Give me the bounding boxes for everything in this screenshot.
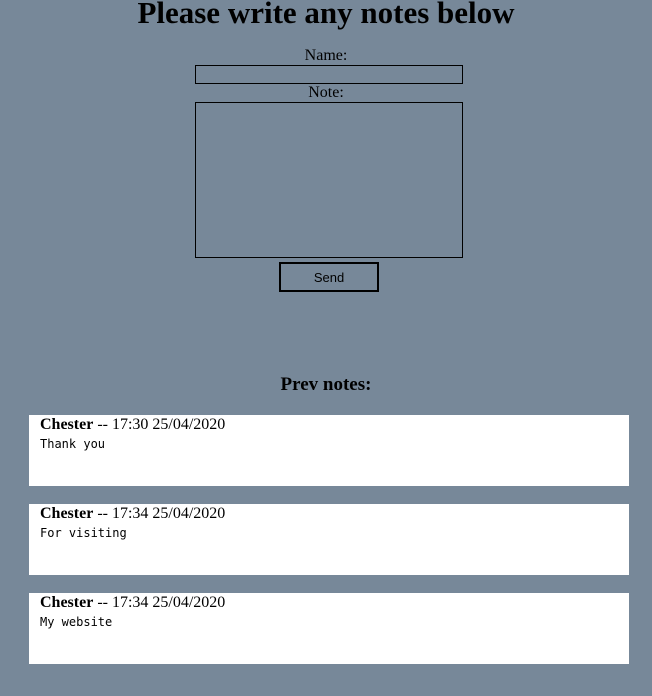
prev-notes-heading: Prev notes: xyxy=(280,374,372,395)
page-title: Please write any notes below xyxy=(137,0,515,30)
send-button[interactable]: Send xyxy=(279,262,379,292)
note-separator: -- xyxy=(93,505,112,522)
note-header: Chester -- 17:30 25/04/2020 xyxy=(40,416,629,434)
note-timestamp: 17:30 25/04/2020 xyxy=(111,416,226,433)
note-separator: -- xyxy=(93,594,112,611)
note-card: Chester -- 17:30 25/04/2020 Thank you xyxy=(29,415,629,486)
note-card: Chester -- 17:34 25/04/2020 My website xyxy=(29,593,629,664)
note-text: For visiting xyxy=(40,526,127,540)
name-input[interactable] xyxy=(195,65,463,84)
note-separator: -- xyxy=(93,416,112,433)
note-author: Chester xyxy=(40,416,94,433)
note-timestamp: 17:34 25/04/2020 xyxy=(111,594,226,611)
note-header: Chester -- 17:34 25/04/2020 xyxy=(40,505,629,523)
name-label: Name: xyxy=(304,47,348,64)
note-text: Thank you xyxy=(40,437,106,451)
note-text: My website xyxy=(40,615,113,629)
note-header: Chester -- 17:34 25/04/2020 xyxy=(40,594,629,612)
note-timestamp: 17:34 25/04/2020 xyxy=(111,505,226,522)
note-card: Chester -- 17:34 25/04/2020 For visiting xyxy=(29,504,629,575)
note-label: Note: xyxy=(308,84,344,101)
note-textarea[interactable] xyxy=(195,102,463,258)
note-author: Chester xyxy=(40,505,94,522)
note-author: Chester xyxy=(40,594,94,611)
notes-list: Chester -- 17:30 25/04/2020 Thank you Ch… xyxy=(29,415,629,682)
